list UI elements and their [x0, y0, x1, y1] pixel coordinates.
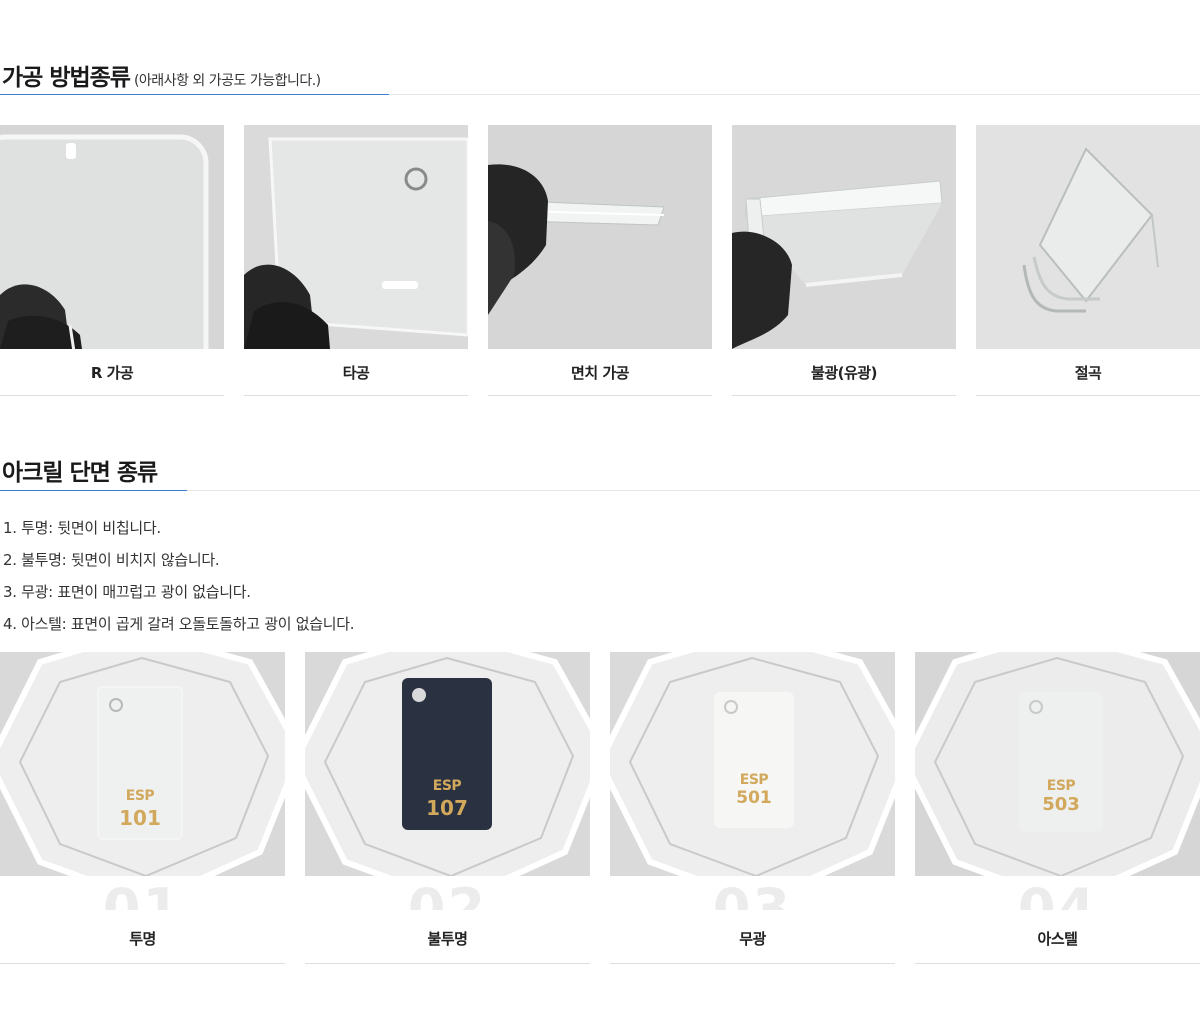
finish-number: 02 — [305, 880, 590, 910]
method-photo-polish — [732, 125, 956, 349]
plate-code: 107 — [426, 796, 468, 820]
plate-code: 101 — [119, 806, 161, 830]
plate-hole — [1029, 700, 1043, 714]
method-card-r: R 가공 — [0, 125, 224, 396]
finish-photo-opaque: ESP 107 — [305, 652, 590, 876]
plate-brand: ESP — [739, 772, 769, 788]
finish-photo-clear: ESP 101 — [0, 652, 285, 876]
method-label-bend: 절곡 — [1074, 364, 1102, 382]
method-photo-r — [0, 125, 224, 349]
method-card-bevel: 면치 가공 — [488, 125, 712, 396]
method-card-punch: 타공 — [244, 125, 468, 396]
plate-hole — [109, 698, 123, 712]
plate-hole — [412, 688, 426, 702]
sample-plate-clear: ESP 101 — [97, 686, 183, 840]
title-underline — [0, 490, 187, 491]
finish-card-astel: ESP 503 04 아스텔 — [915, 652, 1200, 964]
method-photo-bevel — [488, 125, 712, 349]
plate-brand: ESP — [1046, 778, 1076, 794]
method-card-polish: 불광(유광) — [732, 125, 956, 396]
plate-brand: ESP — [125, 788, 155, 804]
processing-methods-title: 가공 방법종류 — [2, 65, 131, 91]
processing-methods-header: 가공 방법종류 (아래사항 외 가공도 가능합니다.) — [0, 54, 1200, 95]
method-photo-bend — [976, 125, 1200, 349]
description-matte: 3. 무광: 표면이 매끄럽고 광이 없습니다. — [3, 583, 251, 601]
plate-brand: ESP — [432, 778, 462, 794]
finish-number: 01 — [0, 880, 285, 910]
sample-plate-matte: ESP 501 — [714, 692, 794, 828]
plate-hole — [724, 700, 738, 714]
plate-code: 503 — [1042, 794, 1080, 815]
finish-label-astel: 아스텔 — [1037, 930, 1078, 948]
plate-code: 501 — [736, 788, 772, 808]
description-opaque: 2. 불투명: 뒷면이 비치지 않습니다. — [3, 551, 220, 569]
description-clear: 1. 투명: 뒷면이 비칩니다. — [3, 519, 161, 537]
method-card-bend: 절곡 — [976, 125, 1200, 396]
method-photo-punch — [244, 125, 468, 349]
method-label-r: R 가공 — [90, 364, 134, 382]
finish-number: 04 — [915, 880, 1200, 910]
method-label-punch: 타공 — [342, 364, 370, 382]
finish-description-list: 1. 투명: 뒷면이 비칩니다. 2. 불투명: 뒷면이 비치지 않습니다. 3… — [3, 517, 355, 645]
acrylic-finish-header: 아크릴 단면 종류 — [0, 449, 1200, 491]
method-label-bevel: 면치 가공 — [571, 364, 629, 382]
finish-label-clear: 투명 — [129, 930, 156, 948]
method-label-polish: 불광(유광) — [811, 364, 877, 382]
sample-plate-opaque: ESP 107 — [402, 678, 492, 830]
sample-plate-astel: ESP 503 — [1019, 692, 1103, 832]
finish-card-clear: ESP 101 01 투명 — [0, 652, 285, 964]
finish-number: 03 — [610, 880, 895, 910]
section-title: 가공 방법종류 (아래사항 외 가공도 가능합니다.) — [2, 58, 321, 92]
finish-photo-matte: ESP 501 — [610, 652, 895, 876]
finish-card-opaque: ESP 107 02 불투명 — [305, 652, 590, 964]
finish-photo-astel: ESP 503 — [915, 652, 1200, 876]
finish-label-opaque: 불투명 — [427, 930, 468, 948]
description-astel: 4. 아스텔: 표면이 곱게 갈려 오돌토돌하고 광이 없습니다. — [3, 615, 355, 633]
acrylic-finish-title: 아크릴 단면 종류 — [2, 460, 158, 486]
finish-label-matte: 무광 — [739, 930, 766, 948]
processing-methods-subtitle: (아래사항 외 가공도 가능합니다.) — [133, 73, 321, 89]
finish-card-matte: ESP 501 03 무광 — [610, 652, 895, 964]
title-underline — [0, 94, 389, 95]
